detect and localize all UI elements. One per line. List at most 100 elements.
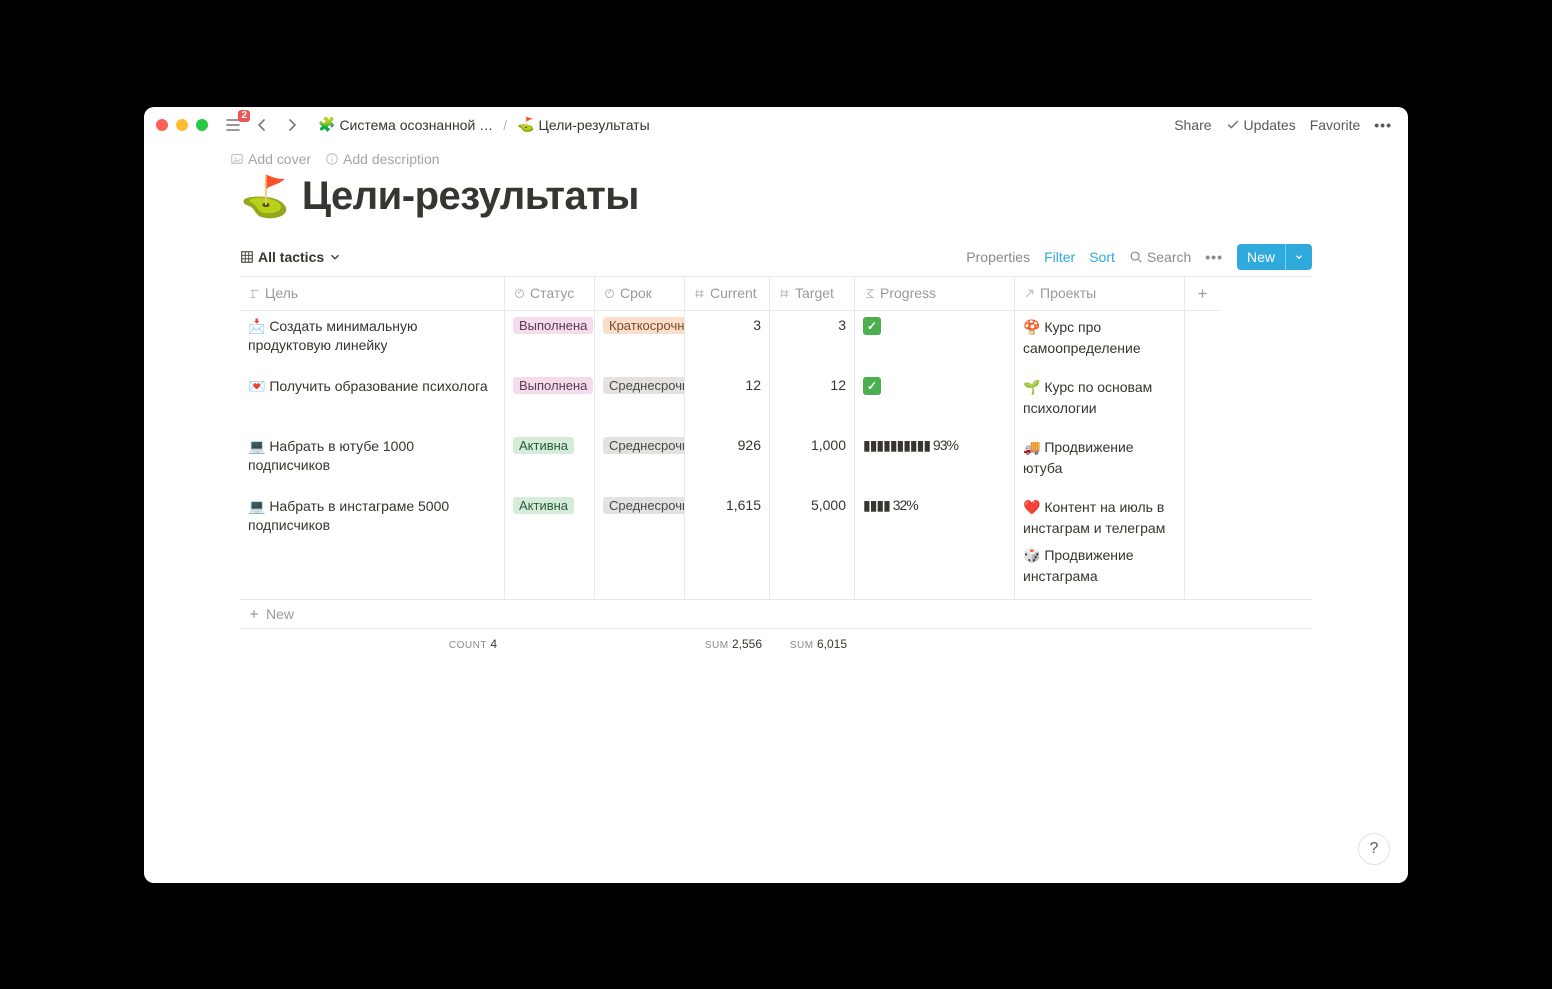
forward-button[interactable] — [280, 113, 304, 137]
project-link[interactable]: 🍄 Курс про самоопределение — [1023, 317, 1176, 359]
chevron-down-icon — [328, 250, 342, 264]
breadcrumb-separator: / — [503, 117, 507, 133]
breadcrumb-root[interactable]: 🧩 Система осознанной … — [314, 114, 497, 135]
cell-term[interactable]: Среднесрочн — [595, 491, 685, 599]
col-status[interactable]: Статус — [505, 277, 595, 311]
arrow-right-icon — [284, 117, 300, 133]
cell-goal[interactable]: 💻 Набрать в инстаграме 5000 подписчиков — [240, 491, 505, 599]
table-summary: COUNT 4 SUM 2,556 SUM 6,015 — [240, 629, 1312, 653]
view-selector[interactable]: All tactics — [240, 249, 342, 265]
updates-label: Updates — [1244, 117, 1296, 133]
cell-status[interactable]: Выполнена — [505, 371, 595, 431]
page-title[interactable]: Цели-результаты — [302, 174, 639, 219]
cell-empty — [1185, 311, 1220, 371]
cell-progress[interactable]: ✓ — [855, 371, 1015, 431]
cell-target[interactable]: 1,000 — [770, 431, 855, 491]
cell-projects[interactable]: 🌱 Курс по основам психологии — [1015, 371, 1185, 431]
col-goal-label: Цель — [265, 285, 298, 301]
cell-current[interactable]: 12 — [685, 371, 770, 431]
cell-projects[interactable]: ❤️ Контент на июль в инстаграм и телегра… — [1015, 491, 1185, 599]
back-button[interactable] — [250, 113, 274, 137]
number-icon — [778, 287, 791, 300]
col-target[interactable]: Target — [770, 277, 855, 311]
minimize-window[interactable] — [176, 119, 188, 131]
col-current[interactable]: Current — [685, 277, 770, 311]
project-link[interactable]: 🌱 Курс по основам психологии — [1023, 377, 1176, 419]
add-cover-button[interactable]: Add cover — [230, 151, 311, 167]
new-button[interactable]: New — [1237, 244, 1312, 270]
cell-goal[interactable]: 💻 Набрать в ютубе 1000 подписчиков — [240, 431, 505, 491]
search-icon — [1129, 250, 1143, 264]
project-link[interactable]: 🎲 Продвижение инстаграма — [1023, 545, 1176, 587]
cell-term[interactable]: Краткосрочн — [595, 311, 685, 371]
view-more-menu[interactable]: ••• — [1205, 249, 1223, 265]
sort-button[interactable]: Sort — [1089, 249, 1115, 265]
new-button-dropdown[interactable] — [1285, 244, 1312, 270]
page-body: Add cover Add description ⛳ Цели-результ… — [144, 143, 1408, 883]
share-button[interactable]: Share — [1174, 117, 1211, 133]
cell-current[interactable]: 926 — [685, 431, 770, 491]
select-icon — [513, 287, 526, 300]
new-row-button[interactable]: New — [240, 600, 1312, 629]
cell-status[interactable]: Выполнена — [505, 311, 595, 371]
help-button[interactable]: ? — [1358, 833, 1390, 865]
cell-projects[interactable]: 🚚 Продвижение ютуба — [1015, 431, 1185, 491]
sum-target[interactable]: SUM 6,015 — [770, 635, 855, 653]
col-term-label: Срок — [620, 285, 652, 301]
cell-current[interactable]: 1,615 — [685, 491, 770, 599]
cell-target[interactable]: 5,000 — [770, 491, 855, 599]
chevron-down-icon — [1294, 252, 1304, 262]
more-menu[interactable]: ••• — [1374, 117, 1392, 133]
cell-status[interactable]: Активна — [505, 431, 595, 491]
cell-current[interactable]: 3 — [685, 311, 770, 371]
view-name: All tactics — [258, 249, 324, 265]
breadcrumb: 🧩 Система осознанной … / ⛳ Цели-результа… — [314, 114, 654, 135]
cell-progress[interactable]: ▮▮▮▮▮▮▮▮▮▮ 93% — [855, 431, 1015, 491]
col-projects[interactable]: Проекты — [1015, 277, 1185, 311]
col-progress[interactable]: Progress — [855, 277, 1015, 311]
text-icon — [248, 287, 261, 300]
cell-progress[interactable]: ✓ — [855, 311, 1015, 371]
page-emoji[interactable]: ⛳ — [240, 173, 290, 220]
favorite-button[interactable]: Favorite — [1310, 117, 1361, 133]
cell-empty — [1185, 491, 1220, 599]
breadcrumb-root-label: Система осознанной … — [339, 117, 493, 133]
page-title-row[interactable]: ⛳ Цели-результаты — [240, 173, 1312, 220]
search-button[interactable]: Search — [1129, 249, 1191, 265]
col-term[interactable]: Срок — [595, 277, 685, 311]
cell-projects[interactable]: 🍄 Курс про самоопределение — [1015, 311, 1185, 371]
project-link[interactable]: 🚚 Продвижение ютуба — [1023, 437, 1176, 479]
breadcrumb-current-emoji: ⛳ — [517, 116, 534, 133]
close-window[interactable] — [156, 119, 168, 131]
arrow-left-icon — [254, 117, 270, 133]
filter-button[interactable]: Filter — [1044, 249, 1075, 265]
view-bar: All tactics Properties Filter Sort Searc… — [240, 244, 1312, 276]
cell-target[interactable]: 12 — [770, 371, 855, 431]
cell-term[interactable]: Среднесрочн — [595, 431, 685, 491]
add-column[interactable] — [1185, 277, 1220, 311]
breadcrumb-current[interactable]: ⛳ Цели-результаты — [513, 114, 654, 135]
sidebar-toggle[interactable]: 2 — [222, 114, 244, 136]
new-row-label: New — [266, 606, 294, 622]
sum-current[interactable]: SUM 2,556 — [685, 635, 770, 653]
project-link[interactable]: ❤️ Контент на июль в инстаграм и телегра… — [1023, 497, 1176, 539]
table-icon — [240, 250, 254, 264]
properties-button[interactable]: Properties — [966, 249, 1030, 265]
titlebar: 2 🧩 Система осознанной … / ⛳ Цели-резуль… — [144, 107, 1408, 143]
cell-goal[interactable]: 📩 Создать минимальную продуктовую линейк… — [240, 311, 505, 371]
maximize-window[interactable] — [196, 119, 208, 131]
window-controls — [156, 119, 208, 131]
updates-button[interactable]: Updates — [1226, 117, 1296, 133]
cell-goal[interactable]: 💌 Получить образование психолога — [240, 371, 505, 431]
col-status-label: Статус — [530, 285, 574, 301]
col-goal[interactable]: Цель — [240, 277, 505, 311]
sum-count[interactable]: COUNT 4 — [240, 635, 505, 653]
cell-progress[interactable]: ▮▮▮▮ 32% — [855, 491, 1015, 599]
cell-target[interactable]: 3 — [770, 311, 855, 371]
check-icon: ✓ — [863, 317, 881, 335]
cell-status[interactable]: Активна — [505, 491, 595, 599]
add-description-button[interactable]: Add description — [325, 151, 440, 167]
plus-icon — [1196, 287, 1209, 300]
cell-term[interactable]: Среднесрочн — [595, 371, 685, 431]
breadcrumb-root-emoji: 🧩 — [318, 116, 335, 133]
